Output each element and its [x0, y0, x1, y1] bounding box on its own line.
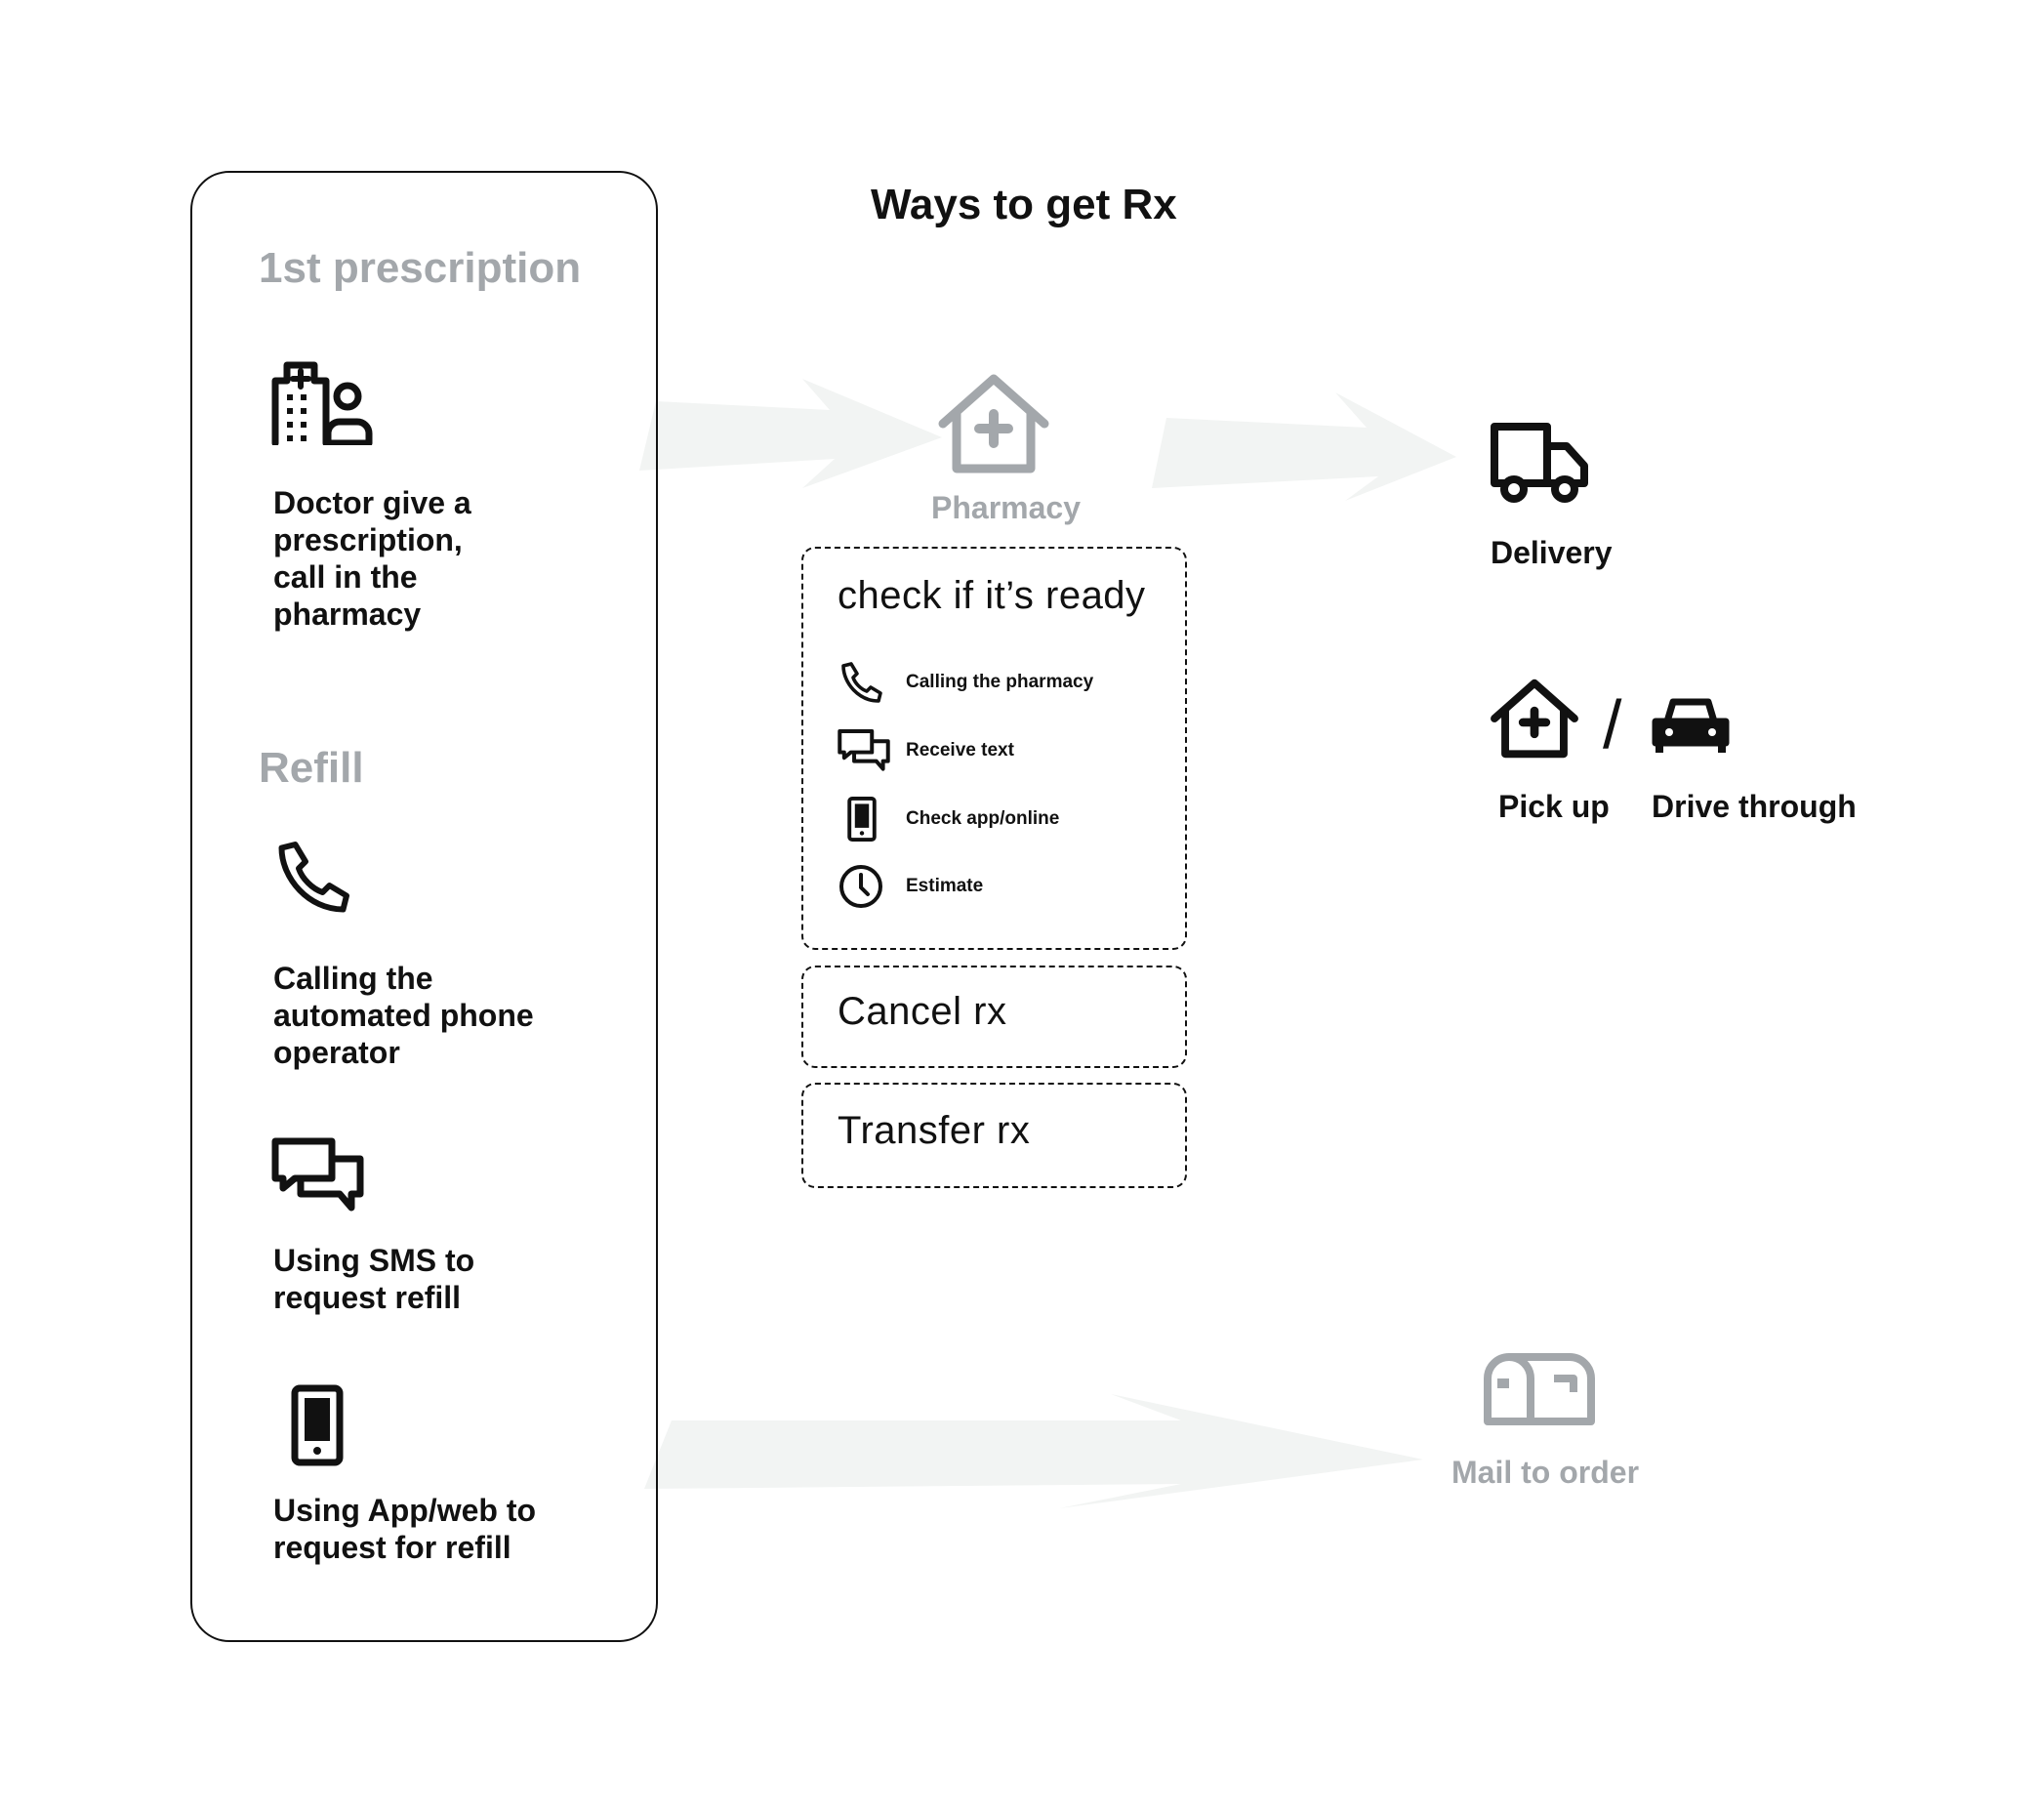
- phone-icon: [838, 660, 884, 707]
- transfer-rx-title: Transfer rx: [838, 1109, 1031, 1152]
- refill-heading: Refill: [259, 744, 364, 792]
- phone-icon: [271, 838, 353, 920]
- pickup-drive-separator: /: [1603, 686, 1622, 762]
- first-prescription-heading: 1st prescription: [259, 244, 582, 292]
- pharmacy-label: Pharmacy: [931, 490, 1081, 525]
- check-ready-title: check if it’s ready: [838, 574, 1146, 617]
- refill-app-text: Using App/web to request for refill: [273, 1493, 537, 1565]
- pharmacy-house-icon: [1490, 679, 1579, 759]
- pharmacy-house-icon: [937, 373, 1050, 474]
- drive-through-label: Drive through: [1652, 789, 1857, 824]
- mail-label: Mail to order: [1451, 1455, 1640, 1490]
- truck-icon: [1491, 423, 1590, 505]
- check-row-text: Receive text: [906, 740, 1014, 761]
- check-row-calling: Calling the pharmacy: [906, 672, 1094, 692]
- clock-icon: [838, 863, 884, 910]
- mailbox-icon: [1484, 1353, 1595, 1425]
- arrow-to-delivery: [1152, 392, 1456, 501]
- check-row-estimate: Estimate: [906, 876, 984, 896]
- arrow-to-mail: [644, 1394, 1423, 1508]
- cancel-rx-title: Cancel rx: [838, 990, 1007, 1033]
- smartphone-icon: [291, 1384, 344, 1466]
- diagram-title: Ways to get Rx: [871, 181, 1177, 228]
- car-icon: [1652, 696, 1730, 757]
- chat-icon: [838, 728, 890, 775]
- check-row-app: Check app/online: [906, 808, 1060, 829]
- arrow-to-pharmacy: [639, 379, 942, 488]
- chat-icon: [271, 1137, 364, 1217]
- prescription-panel: [190, 171, 658, 1642]
- delivery-label: Delivery: [1491, 535, 1613, 570]
- hospital-doctor-icon: [271, 361, 375, 445]
- refill-sms-text: Using SMS to request refill: [273, 1243, 475, 1315]
- smartphone-icon: [847, 796, 877, 843]
- refill-phone-text: Calling the automated phone operator: [273, 961, 534, 1070]
- first-prescription-text: Doctor give a prescription, call in the …: [273, 485, 471, 632]
- pickup-label: Pick up: [1498, 789, 1610, 824]
